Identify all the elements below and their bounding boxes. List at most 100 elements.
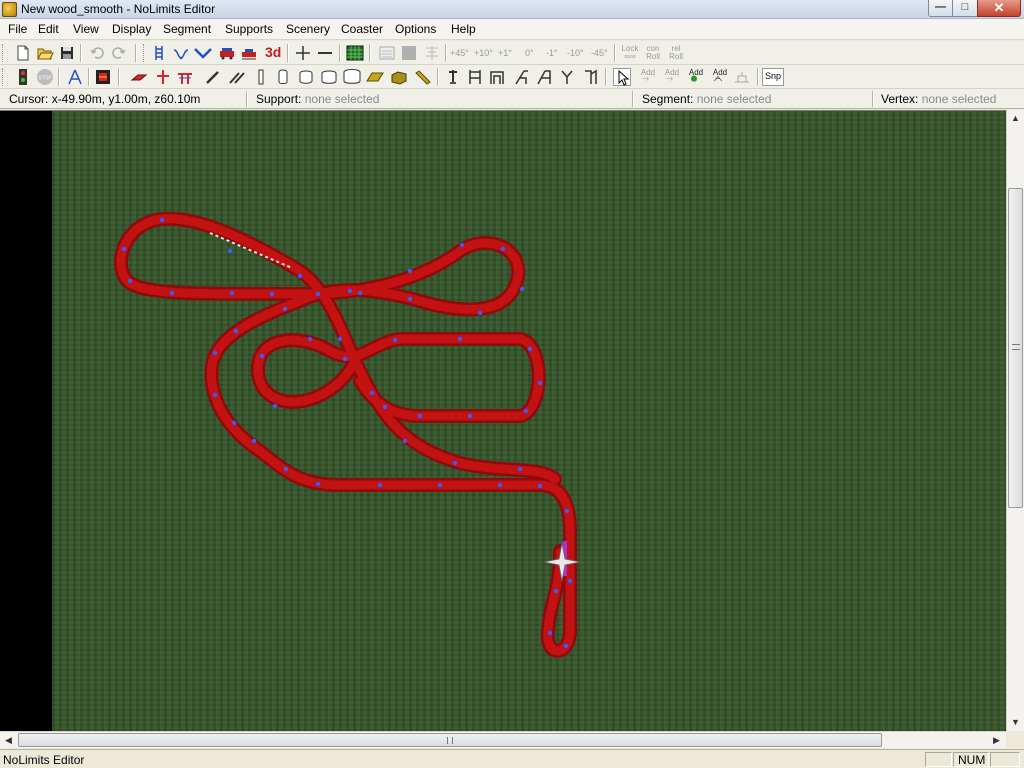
redo-button[interactable] [110,44,128,62]
ground-button[interactable] [733,68,751,86]
track-vertex[interactable] [369,390,375,396]
vertical-scrollbar[interactable]: ▲ ▼ [1006,110,1024,731]
menu-coaster[interactable]: Coaster [341,22,383,36]
menu-edit[interactable]: Edit [38,22,59,36]
track-vertex[interactable] [357,290,363,296]
grid-toggle-button[interactable] [346,44,364,62]
cylinder-wide-button[interactable] [320,68,338,86]
support-tool-button[interactable] [66,68,84,86]
support-double-lean-button[interactable] [535,68,553,86]
menu-view[interactable]: View [73,22,99,36]
add-structure-button[interactable]: Add [709,68,727,86]
menu-options[interactable]: Options [395,22,436,36]
track-vertex[interactable] [337,336,343,342]
track-vertex[interactable] [272,403,278,409]
track-vertex[interactable] [127,278,133,284]
scroll-down-arrow-icon[interactable]: ▼ [1007,714,1024,731]
minimize-button[interactable]: — [928,0,953,17]
three-d-view-button[interactable]: 3d [264,44,282,62]
angle-plus-10-button[interactable]: +10° [474,44,494,62]
car-view-button[interactable] [240,44,258,62]
track-vertex[interactable] [251,438,257,444]
angle-minus-10-button[interactable]: -10° [567,44,587,62]
curve-view-button[interactable] [172,44,190,62]
track-view-button[interactable] [150,44,168,62]
track-vertex[interactable] [402,438,408,444]
connector-tool-button[interactable] [154,68,172,86]
horizontal-scrollbar[interactable]: ◀ ▶ [0,731,1006,748]
track-vertex[interactable] [159,217,165,223]
track-vertex[interactable] [297,273,303,279]
track-vertex[interactable] [407,296,413,302]
track-vertex[interactable] [563,643,569,649]
toolbar-grip[interactable] [2,68,5,86]
editor-viewport[interactable] [0,110,1007,731]
valley-view-button[interactable] [194,44,212,62]
add-tree-button[interactable]: Add [685,68,703,86]
select-tool-button[interactable] [613,68,631,86]
cylinder-medium-button[interactable] [297,68,315,86]
menu-file[interactable]: File [8,22,27,36]
block-button[interactable] [390,68,408,86]
track-vertex[interactable] [547,630,553,636]
menu-segment[interactable]: Segment [163,22,211,36]
coaster-track-layout[interactable] [0,111,1007,731]
save-button[interactable] [58,44,76,62]
track-vertex[interactable] [567,578,573,584]
scroll-right-arrow-icon[interactable]: ▶ [988,732,1005,748]
toolbar-grip[interactable] [2,44,5,62]
rel-roll-button[interactable]: rel Roll [665,44,683,62]
angle-minus-45-button[interactable]: -45° [591,44,611,62]
snap-toggle-button[interactable]: Snp [762,68,784,86]
track-vertex[interactable] [417,413,423,419]
traffic-light-button[interactable] [14,68,32,86]
properties-button[interactable] [378,44,396,62]
pillar-button[interactable] [252,68,270,86]
track-vertex[interactable] [564,508,570,514]
track-vertex[interactable] [169,290,175,296]
angle-plus-1-button[interactable]: +1° [498,44,518,62]
track-vertex[interactable] [517,466,523,472]
open-file-button[interactable] [36,44,54,62]
support-y-button[interactable] [558,68,576,86]
con-roll-button[interactable]: con Roll [642,44,660,62]
track-vertex[interactable] [121,246,127,252]
pencil-tool-button[interactable] [204,68,222,86]
track-vertex[interactable] [407,268,413,274]
track-vertex[interactable] [457,336,463,342]
lock-roll-button[interactable]: Lock ∞∞ [619,44,639,62]
track-vertex[interactable] [229,290,235,296]
angle-minus-1-button[interactable]: -1° [546,44,566,62]
track-vertex[interactable] [347,288,353,294]
track-vertex[interactable] [377,482,383,488]
track-vertex[interactable] [537,483,543,489]
track-vertex[interactable] [382,404,388,410]
train-view-button[interactable] [218,44,236,62]
track-vertex[interactable] [315,481,321,487]
support-lean-button[interactable] [512,68,530,86]
track-vertex[interactable] [212,392,218,398]
track-vertex[interactable] [233,328,239,334]
track-segment[interactable] [253,334,544,421]
new-file-button[interactable] [14,44,32,62]
add-tool-1-button[interactable]: Add [637,68,655,86]
stop-button[interactable]: STOP [36,68,54,86]
cylinder-small-button[interactable] [274,68,292,86]
nolimits-app-icon[interactable] [2,2,17,17]
support-arch-button[interactable] [488,68,506,86]
track-vertex[interactable] [259,353,265,359]
track-vertex[interactable] [497,482,503,488]
track-vertex[interactable] [527,346,533,352]
close-button[interactable]: ✕ [977,0,1021,17]
double-pencil-button[interactable] [228,68,246,86]
footer-tool-button[interactable] [130,68,148,86]
track-vertex[interactable] [553,588,559,594]
track-vertex[interactable] [212,350,218,356]
track-vertex[interactable] [459,242,465,248]
scroll-left-arrow-icon[interactable]: ◀ [0,732,17,748]
vertical-scroll-thumb[interactable] [1008,188,1023,508]
track-vertex[interactable] [282,306,288,312]
track-vertex[interactable] [452,460,458,466]
support-bracket-button[interactable] [581,68,599,86]
menu-scenery[interactable]: Scenery [286,22,330,36]
